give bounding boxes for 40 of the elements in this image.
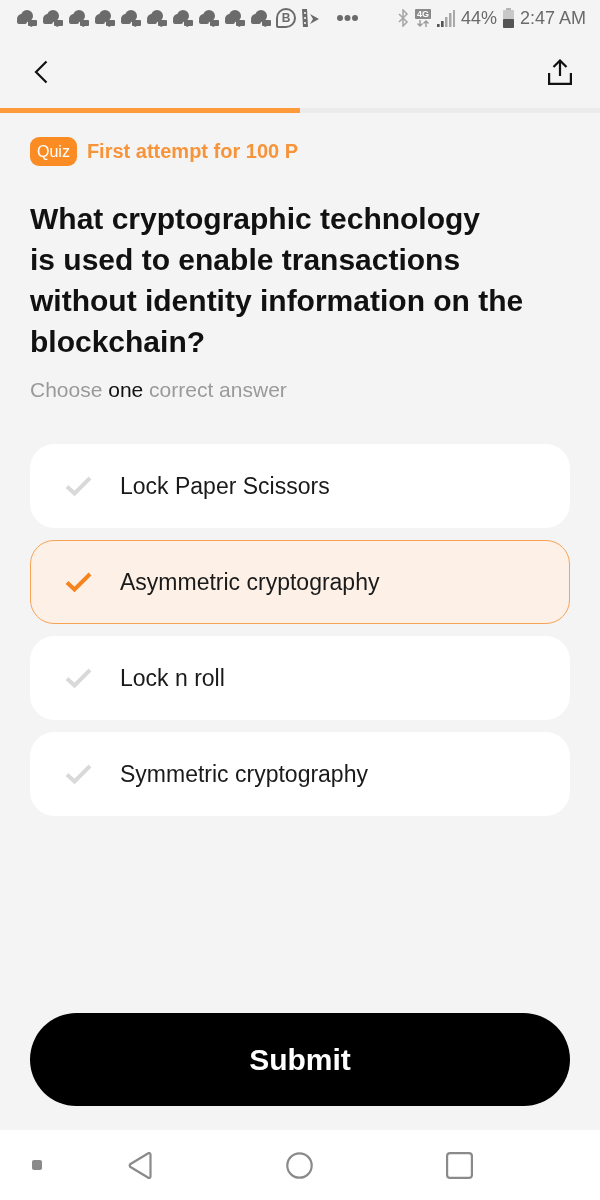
signal-icon xyxy=(436,9,455,27)
answer-option[interactable]: Symmetric cryptography xyxy=(30,732,570,816)
cloud-chat-icon xyxy=(198,9,219,27)
battery-percent: 44% xyxy=(460,7,497,29)
option-label: Asymmetric cryptography xyxy=(120,568,380,596)
striped-arrow-icon xyxy=(301,8,320,28)
cloud-chat-icon xyxy=(250,9,271,27)
back-triangle-icon[interactable] xyxy=(128,1151,153,1179)
instruction-text: Choose one correct answer xyxy=(30,378,288,402)
cloud-chat-icon xyxy=(16,9,37,27)
cloud-chat-icon xyxy=(172,9,193,27)
option-label: Lock Paper Scissors xyxy=(120,472,330,500)
cloud-chat-icon xyxy=(224,9,245,27)
check-icon xyxy=(65,668,92,688)
submit-button[interactable]: Submit xyxy=(30,1013,570,1106)
check-icon xyxy=(65,572,92,592)
answer-option[interactable]: Lock n roll xyxy=(30,636,570,720)
reward-text: First attempt for 100 P xyxy=(86,140,299,163)
cloud-chat-icon xyxy=(42,9,63,27)
bluetooth-icon xyxy=(396,9,409,27)
question-text: What cryptographic technology is used to enable transactions without identity information on the blockchain? xyxy=(30,201,525,360)
answer-option[interactable]: Lock Paper Scissors xyxy=(30,444,570,528)
answer-option[interactable]: Asymmetric cryptography xyxy=(30,540,570,624)
option-label: Lock n roll xyxy=(120,664,225,692)
back-icon[interactable] xyxy=(34,60,48,84)
home-circle-icon[interactable] xyxy=(286,1151,313,1179)
cloud-chat-icon xyxy=(68,9,89,27)
share-icon[interactable] xyxy=(548,59,572,85)
more-icon xyxy=(337,15,358,21)
recents-square-icon[interactable] xyxy=(446,1151,473,1179)
cloud-chat-icon xyxy=(146,9,167,27)
battery-icon xyxy=(502,8,514,28)
cloud-chat-icon xyxy=(120,9,141,27)
check-icon xyxy=(65,764,92,784)
option-label: Symmetric cryptography xyxy=(120,760,368,788)
check-icon xyxy=(65,476,92,496)
cloud-chat-icon xyxy=(94,9,115,27)
status-time: 2:47 AM xyxy=(519,7,586,29)
letter-bubble-icon: B xyxy=(276,8,296,28)
quiz-badge: Quiz xyxy=(30,137,77,166)
